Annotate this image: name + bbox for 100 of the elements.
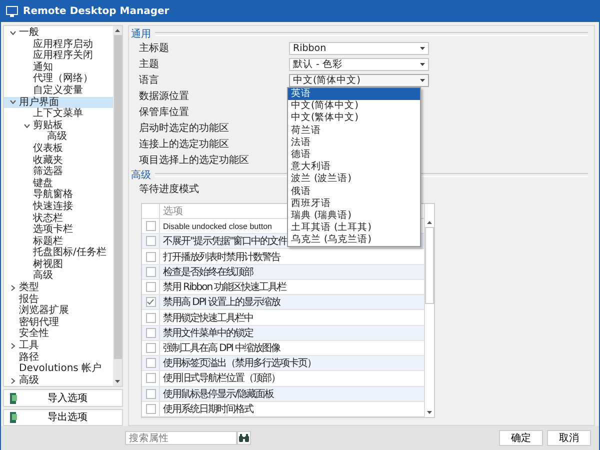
checkbox[interactable]: [146, 236, 156, 246]
table-cell-text: 检查是否始终在线顶部: [162, 266, 253, 279]
checkbox[interactable]: [146, 328, 156, 338]
tree-item[interactable]: 托盘图标/任务栏: [4, 247, 113, 259]
dropdown-option[interactable]: 乌克兰 (乌克兰语): [288, 234, 420, 246]
section-title: 高级: [131, 168, 151, 182]
monitor-icon: [6, 6, 18, 16]
dropdown-option[interactable]: 土耳其语 (土耳其): [288, 222, 420, 234]
checkbox[interactable]: [146, 252, 156, 262]
setting-label: 等待进度模式: [139, 182, 200, 196]
setting-label: 项目选择上的选定功能区: [139, 154, 250, 167]
tree-item[interactable]: 用户界面: [4, 96, 113, 108]
tree-item[interactable]: 密钥代理: [4, 316, 113, 328]
tree-item[interactable]: 高级: [4, 270, 113, 282]
document-icon: [9, 392, 18, 404]
tree-item[interactable]: 收藏夹: [4, 154, 113, 166]
dropdown-option[interactable]: 英语: [288, 88, 420, 100]
tree-item[interactable]: 高级: [4, 374, 113, 386]
dropdown-option[interactable]: 德语: [288, 148, 420, 162]
tree-item[interactable]: 通知: [4, 62, 113, 74]
dropdown-option[interactable]: 中文(繁体中文): [288, 112, 420, 125]
document-icon: [9, 412, 18, 423]
tree-item[interactable]: 报告: [4, 294, 113, 306]
chevron-icon: [10, 99, 16, 106]
checkbox[interactable]: [146, 312, 156, 323]
tree-item[interactable]: 代理（网络）: [4, 73, 113, 85]
dropdown-option[interactable]: 瑞典 (瑞典语): [288, 210, 420, 222]
table-cell-text: 使用系统日期时间格式: [162, 402, 253, 416]
table-cell-text: 使用鼠标悬停显示/隐藏面板: [162, 388, 274, 401]
checkbox[interactable]: [146, 297, 156, 308]
chevron-icon: [24, 122, 30, 129]
tree-item[interactable]: 导航窗格: [4, 189, 113, 201]
dropdown-option[interactable]: 意大利语: [288, 161, 420, 174]
checkbox[interactable]: [146, 373, 156, 384]
scroll-down-icon[interactable]: [115, 380, 120, 384]
chevron-icon: [10, 284, 16, 291]
setting-label: 数据源位置: [139, 90, 190, 103]
checkbox[interactable]: [146, 404, 156, 414]
tree-item[interactable]: Devolutions 帐户: [4, 363, 113, 375]
window-title: Remote Desktop Manager: [23, 6, 170, 16]
table-cell-text: 使用旧式导航栏位置（顶部）: [162, 372, 280, 386]
sidebar-button[interactable]: 导入选项: [3, 389, 123, 407]
checkbox[interactable]: [146, 266, 156, 277]
tree-item[interactable]: 类型: [4, 282, 113, 294]
dropdown-option[interactable]: 中文(简体中文): [288, 100, 420, 112]
tree-item[interactable]: 浏览器扩展: [4, 305, 113, 317]
table-cell-text: 禁用 Ribbon 功能区快速工具栏: [162, 280, 286, 294]
tree-item[interactable]: 应用程序关闭: [4, 50, 113, 62]
dropdown-option[interactable]: 西班牙语: [288, 198, 420, 210]
caret-icon: [420, 46, 425, 50]
scrollbar[interactable]: [113, 26, 122, 386]
caret-icon: [420, 78, 425, 82]
dropdown[interactable]: 中文(简体中文): [289, 74, 429, 86]
tree-item[interactable]: 一般: [4, 27, 113, 39]
table-cell-text: 禁用高 DPI 设置上的显示缩放: [162, 296, 280, 310]
checkbox[interactable]: [146, 358, 156, 368]
binoculars-icon: [239, 434, 249, 442]
dropdown[interactable]: 默认 - 色彩: [289, 58, 429, 70]
setting-label: 保管库位置: [139, 106, 190, 119]
table-cell-text: 禁用锁定快速工具栏中: [162, 312, 253, 325]
scroll-up-icon[interactable]: [427, 221, 432, 224]
checkbox[interactable]: [146, 388, 156, 399]
tree-item[interactable]: 树视图: [4, 258, 113, 270]
tree-item[interactable]: 上下文菜单: [4, 108, 113, 120]
dialog-button[interactable]: 确定: [499, 430, 543, 446]
tree-item[interactable]: 路径: [4, 352, 113, 364]
tree-item[interactable]: 应用程序启动: [4, 38, 113, 50]
dropdown-option[interactable]: 波兰 (波兰语): [288, 173, 420, 186]
scrollbar[interactable]: [424, 204, 434, 417]
tree-item[interactable]: 选项卡栏: [4, 224, 113, 236]
checkbox[interactable]: [146, 282, 156, 292]
tree-item[interactable]: 剪贴板: [4, 120, 113, 132]
tree-item[interactable]: 筛选器: [4, 166, 113, 178]
chevron-icon: [10, 342, 16, 349]
table-cell-text: 不展开"提示凭据"窗口中的文件: [162, 234, 288, 248]
section-title: 通用: [131, 28, 151, 40]
dropdown-option[interactable]: 俄语: [288, 186, 420, 198]
tree-item[interactable]: 状态栏: [4, 212, 113, 224]
search-button[interactable]: [237, 431, 251, 445]
table-cell-text: 打开播放列表时禁用计数警告: [162, 250, 280, 264]
table-cell-text: 使用标签页溢出（禁用多行选项卡页）: [162, 356, 316, 370]
dropdown-option[interactable]: 法语: [288, 136, 420, 149]
tree-item[interactable]: 键盘: [4, 178, 113, 190]
search-field[interactable]: 搜索属性: [125, 431, 237, 445]
sidebar-button[interactable]: 导出选项: [3, 408, 123, 426]
tree-item[interactable]: 仪表板: [4, 142, 113, 155]
tree-item[interactable]: 高级: [4, 131, 113, 143]
tree-item[interactable]: 工具: [4, 340, 113, 352]
tree-item[interactable]: 自定义变量: [4, 84, 113, 97]
tree-item[interactable]: 标题栏: [4, 236, 113, 248]
scroll-up-icon[interactable]: [115, 29, 120, 32]
dropdown-option[interactable]: 荷兰语: [288, 124, 420, 137]
checkbox[interactable]: [146, 221, 156, 232]
tree-item[interactable]: 安全性: [4, 328, 113, 340]
checkbox[interactable]: [146, 342, 156, 353]
dropdown[interactable]: Ribbon: [289, 42, 429, 54]
table-cell-text: 禁用文件菜单中的锁定: [162, 326, 253, 340]
scroll-down-icon[interactable]: [427, 411, 432, 414]
tree-item[interactable]: 快速连接: [4, 200, 113, 212]
dialog-button[interactable]: 取消: [547, 430, 591, 446]
